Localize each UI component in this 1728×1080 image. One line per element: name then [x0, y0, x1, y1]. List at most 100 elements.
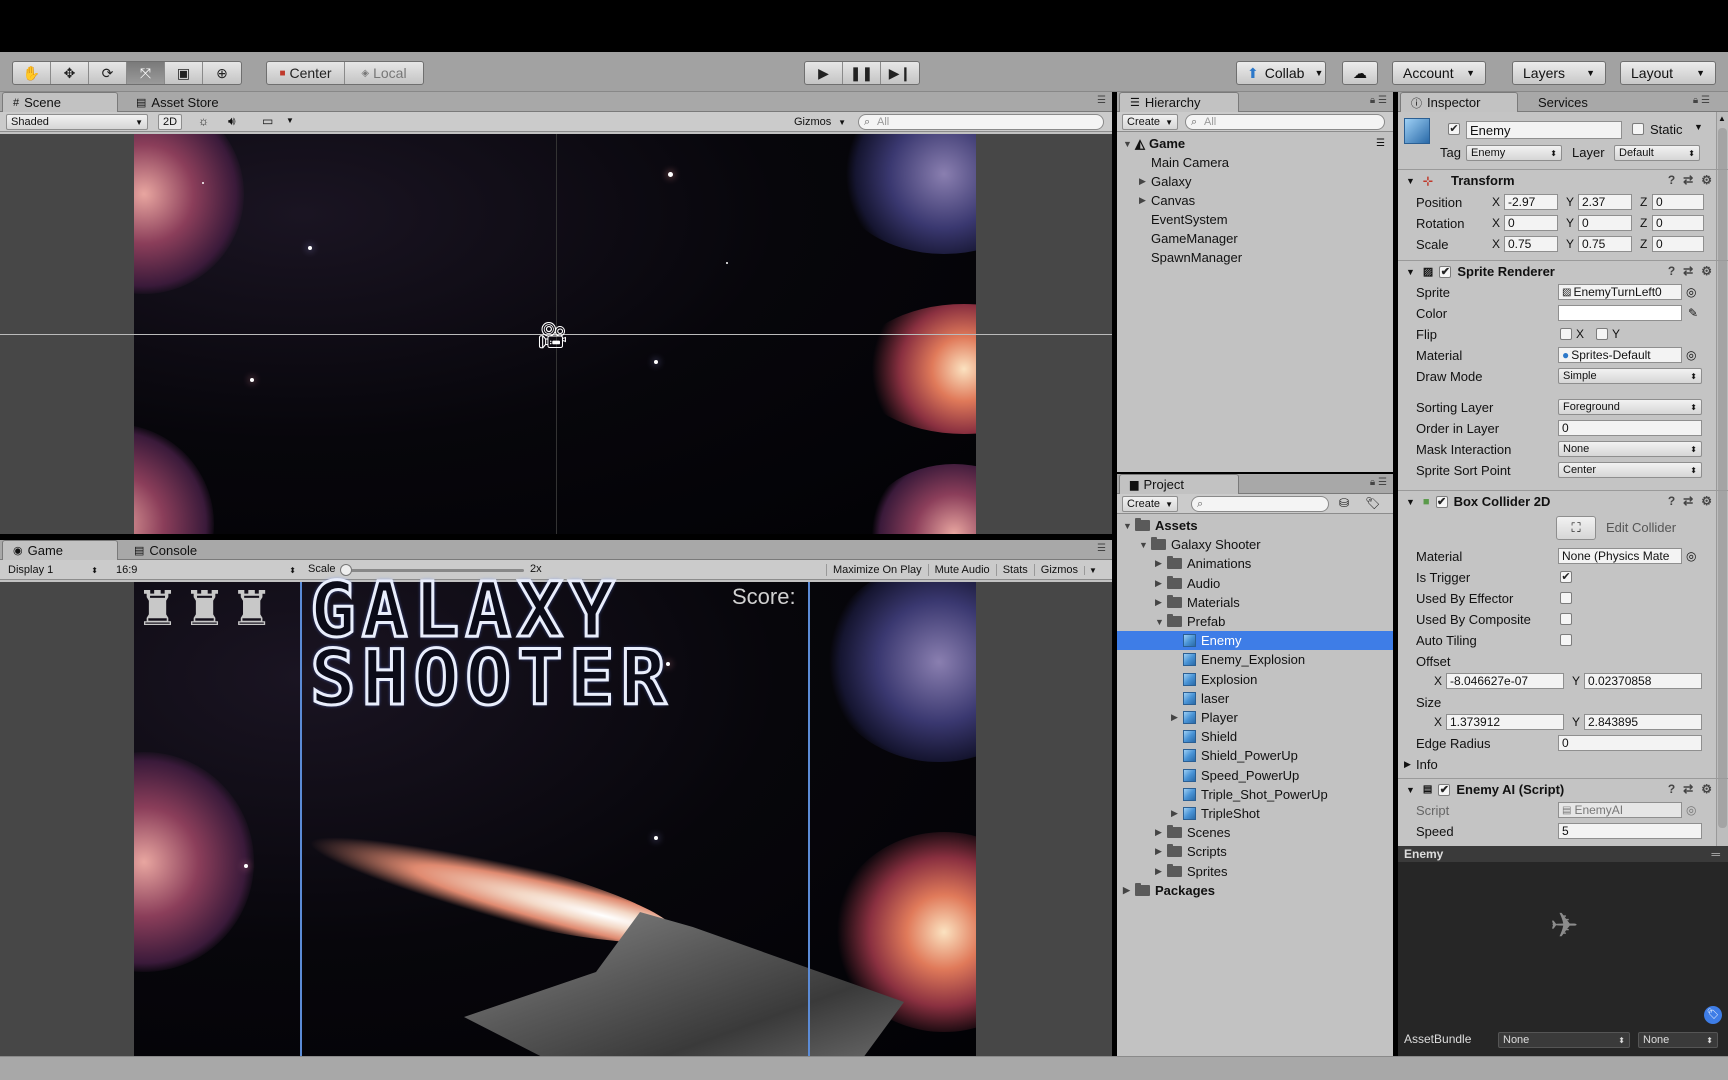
- filter-type-icon[interactable]: ⛁: [1339, 496, 1349, 510]
- scene-root-row[interactable]: ▼ ◭ Game ☰: [1117, 134, 1393, 153]
- auto-tiling-checkbox[interactable]: [1560, 634, 1572, 646]
- tab-hierarchy[interactable]: ☰ Hierarchy: [1119, 92, 1239, 112]
- expand-triangle-icon[interactable]: ▼: [1406, 785, 1415, 795]
- prefab-item[interactable]: ▶ Player: [1117, 708, 1393, 727]
- scroll-up-icon[interactable]: ▲: [1718, 114, 1726, 123]
- gizmos-button[interactable]: Gizmos: [1033, 564, 1084, 576]
- shading-dropdown[interactable]: Shaded ▼: [6, 114, 148, 130]
- sprite-sort-point-dropdown[interactable]: Center ⬍: [1558, 462, 1702, 478]
- tab-game[interactable]: ◉ Game: [2, 540, 118, 560]
- hand-tool-icon[interactable]: ✋: [13, 62, 51, 84]
- prefab-item[interactable]: Shield: [1117, 727, 1393, 746]
- lighting-icon[interactable]: ☼: [198, 114, 209, 128]
- used-by-composite-checkbox[interactable]: [1560, 613, 1572, 625]
- hierarchy-create-dropdown[interactable]: Create ▼: [1122, 114, 1178, 130]
- preset-icon[interactable]: ⇄: [1683, 264, 1693, 278]
- hierarchy-item[interactable]: GameManager: [1117, 229, 1393, 248]
- flip-y-checkbox[interactable]: [1596, 328, 1608, 340]
- position-x-field[interactable]: -2.97: [1504, 194, 1558, 210]
- expand-triangle-icon[interactable]: ▼: [1139, 540, 1151, 550]
- object-picker-icon[interactable]: ◎: [1686, 348, 1696, 362]
- position-z-field[interactable]: 0: [1652, 194, 1704, 210]
- tab-console[interactable]: ▤ Console: [124, 540, 207, 560]
- project-folder[interactable]: ▶ Audio: [1117, 574, 1393, 593]
- prefab-item[interactable]: Enemy_Explosion: [1117, 650, 1393, 669]
- is-trigger-checkbox[interactable]: ✔: [1560, 571, 1572, 583]
- layout-dropdown[interactable]: Layout ▼: [1620, 61, 1716, 85]
- help-icon[interactable]: ?: [1668, 782, 1675, 796]
- sprite-renderer-header[interactable]: ▼ ▨ ✔ Sprite Renderer ? ⇄ ⚙: [1398, 260, 1728, 282]
- project-folder[interactable]: ▶ Materials: [1117, 593, 1393, 612]
- object-name-field[interactable]: Enemy: [1466, 121, 1622, 139]
- scale-y-field[interactable]: 0.75: [1578, 236, 1632, 252]
- gear-icon[interactable]: ⚙: [1701, 782, 1712, 796]
- expand-triangle-icon[interactable]: ▼: [1406, 267, 1415, 277]
- chevron-down-icon[interactable]: ▼: [286, 116, 294, 125]
- draw-mode-dropdown[interactable]: Simple ⬍: [1558, 368, 1702, 384]
- rotation-x-field[interactable]: 0: [1504, 215, 1558, 231]
- preview-menu-icon[interactable]: ═: [1711, 846, 1720, 862]
- project-packages-folder[interactable]: ▶ Packages: [1117, 881, 1393, 900]
- hierarchy-item[interactable]: SpawnManager: [1117, 248, 1393, 267]
- rect-tool-icon[interactable]: ▣: [165, 62, 203, 84]
- expand-triangle-icon[interactable]: ▼: [1155, 617, 1167, 627]
- object-picker-icon[interactable]: ◎: [1686, 285, 1696, 299]
- preset-icon[interactable]: ⇄: [1683, 173, 1693, 187]
- expand-triangle-icon[interactable]: ▼: [1123, 139, 1135, 149]
- expand-triangle-icon[interactable]: ▶: [1139, 176, 1151, 187]
- scale-x-field[interactable]: 0.75: [1504, 236, 1558, 252]
- rotation-z-field[interactable]: 0: [1652, 215, 1704, 231]
- enemy-ai-header[interactable]: ▼ ▤ ✔ Enemy AI (Script) ? ⇄ ⚙: [1398, 778, 1728, 800]
- color-swatch[interactable]: [1558, 305, 1682, 321]
- position-y-field[interactable]: 2.37: [1578, 194, 1632, 210]
- expand-triangle-icon[interactable]: ▶: [1155, 597, 1167, 608]
- project-folder[interactable]: ▶ Animations: [1117, 554, 1393, 573]
- gear-icon[interactable]: ⚙: [1701, 264, 1712, 278]
- layers-dropdown[interactable]: Layers ▼: [1512, 61, 1606, 85]
- preview-header[interactable]: Enemy ═: [1398, 846, 1728, 862]
- prefab-item[interactable]: Speed_PowerUp: [1117, 766, 1393, 785]
- toggle-2d-button[interactable]: 2D: [158, 114, 182, 130]
- material-field[interactable]: ● Sprites-Default: [1558, 347, 1682, 363]
- tab-scene[interactable]: # Scene: [2, 92, 118, 112]
- cloud-button[interactable]: ☁: [1342, 61, 1378, 85]
- rotate-tool-icon[interactable]: ⟳: [89, 62, 127, 84]
- prefab-item[interactable]: Enemy: [1117, 631, 1393, 650]
- speed-field[interactable]: 5: [1558, 823, 1702, 839]
- scene-menu-icon[interactable]: ☰: [1376, 138, 1385, 149]
- expand-triangle-icon[interactable]: ▶: [1155, 558, 1167, 569]
- scene-viewport[interactable]: 🎥︎: [0, 134, 1112, 534]
- size-x-field[interactable]: 1.373912: [1446, 714, 1564, 730]
- eyedropper-icon[interactable]: ✎: [1688, 306, 1698, 320]
- edge-radius-field[interactable]: 0: [1558, 735, 1702, 751]
- expand-triangle-icon[interactable]: ▶: [1123, 885, 1135, 896]
- prefab-item[interactable]: ▶ TripleShot: [1117, 804, 1393, 823]
- step-button[interactable]: ▶❙: [881, 62, 919, 84]
- project-create-dropdown[interactable]: Create ▼: [1122, 496, 1178, 512]
- expand-triangle-icon[interactable]: ▶: [1155, 846, 1167, 857]
- scale-z-field[interactable]: 0: [1652, 236, 1704, 252]
- static-checkbox[interactable]: [1632, 123, 1644, 135]
- project-folder[interactable]: ▶ Scenes: [1117, 823, 1393, 842]
- tab-inspector[interactable]: ⓘ Inspector: [1400, 92, 1518, 112]
- info-row[interactable]: ▶ Info: [1398, 754, 1728, 774]
- help-icon[interactable]: ?: [1668, 264, 1675, 278]
- expand-triangle-icon[interactable]: ▼: [1406, 497, 1415, 507]
- offset-x-field[interactable]: -8.046627e-07: [1446, 673, 1564, 689]
- collab-dropdown[interactable]: ⬆ Collab ▼: [1236, 61, 1326, 85]
- pivot-center-button[interactable]: ■ Center: [267, 62, 345, 84]
- sorting-layer-dropdown[interactable]: Foreground ⬍: [1558, 399, 1702, 415]
- hierarchy-item[interactable]: EventSystem: [1117, 210, 1393, 229]
- preset-icon[interactable]: ⇄: [1683, 494, 1693, 508]
- collider-material-field[interactable]: None (Physics Mate: [1558, 548, 1682, 564]
- game-viewport[interactable]: ♜ ♜ ♜ GALAXY SHOOTER Score:: [0, 570, 1112, 1056]
- size-y-field[interactable]: 2.843895: [1584, 714, 1702, 730]
- help-icon[interactable]: ?: [1668, 494, 1675, 508]
- project-folder[interactable]: ▶ Scripts: [1117, 842, 1393, 861]
- flip-x-checkbox[interactable]: [1560, 328, 1572, 340]
- prefab-item[interactable]: Explosion: [1117, 670, 1393, 689]
- expand-triangle-icon[interactable]: ▶: [1404, 759, 1411, 770]
- expand-triangle-icon[interactable]: ▶: [1171, 712, 1183, 723]
- layer-dropdown[interactable]: Default ⬍: [1614, 145, 1700, 161]
- filter-label-icon[interactable]: 🏷︎: [1365, 496, 1380, 510]
